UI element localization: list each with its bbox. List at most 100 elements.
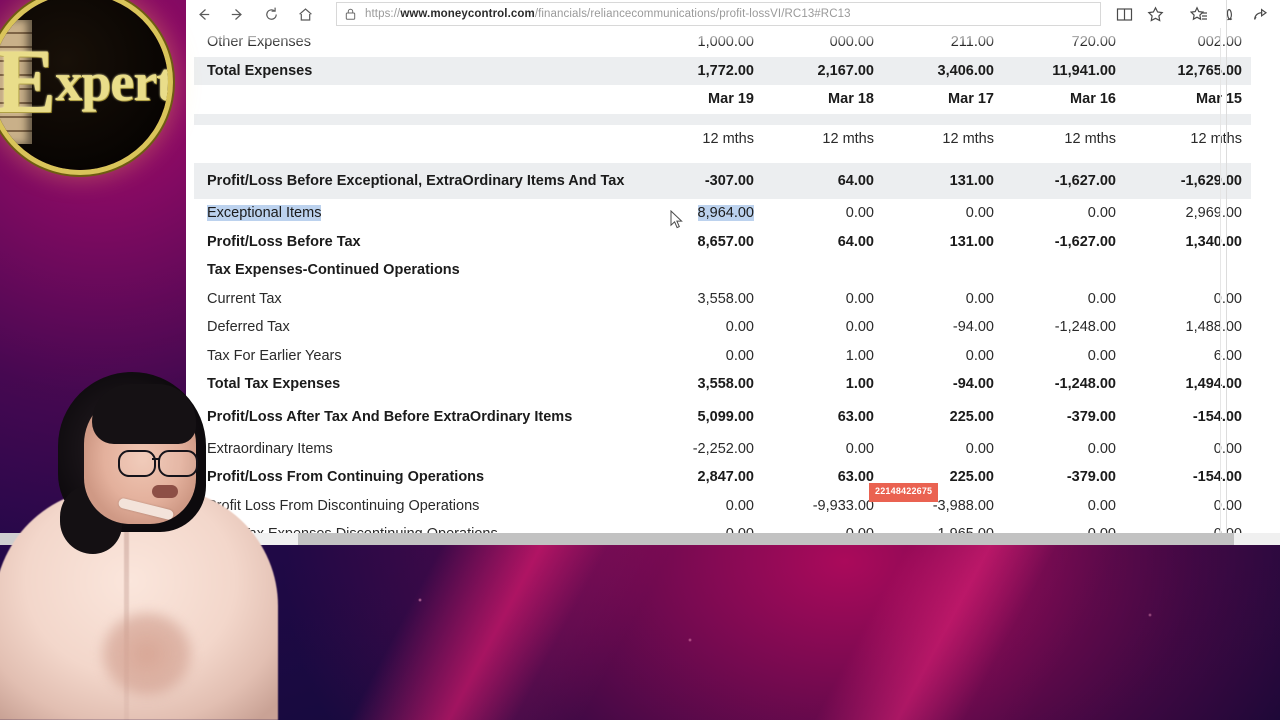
table-row: Profit/Loss Before Exceptional, ExtraOrd… xyxy=(194,163,1251,199)
row-value: 64.00 xyxy=(837,233,874,250)
row-value: 8,964.00 xyxy=(644,199,764,228)
period-header: Mar 19 xyxy=(708,91,754,108)
row-value: 002.00 xyxy=(1126,28,1251,57)
row-value: -379.00 xyxy=(1066,469,1116,486)
table-row: Profit/Loss Before Tax 8,657.00 64.00 13… xyxy=(194,228,1251,257)
row-value: 11,941.00 xyxy=(1004,56,1126,85)
row-value: -1,629.00 xyxy=(1126,163,1251,199)
period-header-row: Mar 19 Mar 18 Mar 17 Mar 16 Mar 15 xyxy=(194,85,1251,114)
web-page-content: Other Expenses 1,000.00 000.00 211.00 72… xyxy=(186,28,1280,545)
row-value: 0.00 xyxy=(845,205,874,222)
row-value: 0.00 xyxy=(1213,440,1242,457)
row-value: 5,099.00 xyxy=(697,408,754,425)
favorite-star-icon[interactable] xyxy=(1140,0,1171,28)
row-value: 2,167.00 xyxy=(764,56,884,85)
row-value: 0.00 xyxy=(1087,290,1116,307)
row-value: 1,000.00 xyxy=(697,34,754,51)
horizontal-scrollbar-thumb[interactable] xyxy=(298,533,1234,545)
status-badge: 22148422675 xyxy=(869,483,939,502)
table-row: Profit/Loss From Continuing Operations 2… xyxy=(194,463,1251,492)
table-row: Current Tax 3,558.00 0.00 0.00 0.00 0.00 xyxy=(194,285,1251,314)
logo-rest: xpert xyxy=(55,52,168,112)
table-row-selected: Exceptional Items 8,964.00 0.00 0.00 0.0… xyxy=(194,199,1251,228)
row-value xyxy=(884,256,1004,285)
home-button[interactable] xyxy=(288,0,322,28)
row-label: Profit/Loss Before Tax xyxy=(207,233,361,250)
duration-value: 12 mths xyxy=(702,130,754,147)
row-value: 12,765.00 xyxy=(1126,56,1251,85)
row-value: -2,252.00 xyxy=(692,440,754,457)
row-value: 0.00 xyxy=(965,347,994,364)
row-value: 8,657.00 xyxy=(697,233,754,250)
row-value: 000.00 xyxy=(829,34,874,51)
row-value: -1,627.00 xyxy=(1054,233,1116,250)
lock-icon xyxy=(345,8,356,20)
spacer-cell xyxy=(194,113,1251,125)
address-bar[interactable]: https://www.moneycontrol.com/financials/… xyxy=(336,2,1101,26)
table-spacer-band xyxy=(194,113,1251,125)
reading-view-icon[interactable] xyxy=(1109,0,1140,28)
row-value: -9,933.00 xyxy=(812,497,874,514)
row-value xyxy=(1126,256,1251,285)
table-row: Profit Loss From Discontinuing Operation… xyxy=(194,492,1251,521)
row-value: 0.00 xyxy=(845,440,874,457)
row-value: 131.00 xyxy=(949,233,994,250)
row-value: 3,558.00 xyxy=(697,376,754,393)
row-value: 225.00 xyxy=(949,408,994,425)
row-value: -94.00 xyxy=(952,376,994,393)
row-value: 2,969.00 xyxy=(1185,205,1242,222)
browser-toolbar: https://www.moneycontrol.com/financials/… xyxy=(186,0,1280,29)
share-icon[interactable] xyxy=(1245,0,1276,28)
logo-initial: E xyxy=(0,30,56,133)
row-value: -379.00 xyxy=(1066,408,1116,425)
table-row: Total Tax Expenses 3,558.00 1.00 -94.00 … xyxy=(194,370,1251,399)
page-right-divider xyxy=(1226,0,1227,545)
row-value: 0.00 xyxy=(1087,347,1116,364)
row-value: 0.00 xyxy=(1087,205,1116,222)
period-header: Mar 18 xyxy=(828,91,874,108)
period-header: Mar 17 xyxy=(948,91,994,108)
forward-button[interactable] xyxy=(220,0,254,28)
logo-text: Expert xyxy=(0,0,168,170)
row-value: 0.00 xyxy=(1213,290,1242,307)
presenter-video-overlay xyxy=(0,372,290,720)
mouse-cursor xyxy=(670,209,684,235)
row-value: 211.00 xyxy=(950,34,994,51)
row-value: -1,627.00 xyxy=(1004,163,1126,199)
table-row: Tax For Earlier Years 0.00 1.00 0.00 0.0… xyxy=(194,342,1251,371)
period-header-label xyxy=(194,85,644,114)
row-value: 131.00 xyxy=(884,163,1004,199)
row-value: -1,248.00 xyxy=(1054,376,1116,393)
row-value: 0.00 xyxy=(1213,497,1242,514)
row-value: 2,847.00 xyxy=(697,469,754,486)
web-note-icon[interactable] xyxy=(1214,0,1245,28)
row-label: Exceptional Items xyxy=(194,199,644,228)
refresh-button[interactable] xyxy=(254,0,288,28)
row-value xyxy=(644,256,764,285)
row-value: 0.00 xyxy=(965,290,994,307)
row-value: 1,494.00 xyxy=(1185,376,1242,393)
row-value: 0.00 xyxy=(725,347,754,364)
duration-label xyxy=(194,125,644,154)
row-value: 1.00 xyxy=(845,347,874,364)
presenter-fringe xyxy=(92,384,196,444)
back-button[interactable] xyxy=(186,0,220,28)
row-label: Tax For Earlier Years xyxy=(207,347,342,364)
profit-loss-table: Other Expenses 1,000.00 000.00 211.00 72… xyxy=(194,28,1251,545)
duration-value: 12 mths xyxy=(942,130,994,147)
profit-loss-table-container: Other Expenses 1,000.00 000.00 211.00 72… xyxy=(194,28,1251,545)
glasses-right-lens xyxy=(158,450,198,477)
presenter-mouth xyxy=(152,485,178,498)
favorites-hub-icon[interactable] xyxy=(1183,0,1214,28)
presenter-glasses xyxy=(118,450,198,477)
table-row: Total Expenses 1,772.00 2,167.00 3,406.0… xyxy=(194,56,1251,85)
url-text: https://www.moneycontrol.com/financials/… xyxy=(365,8,851,20)
table-row: Other Expenses 1,000.00 000.00 211.00 72… xyxy=(194,28,1251,57)
row-value: 0.00 xyxy=(845,319,874,336)
table-section-row: Tax Expenses-Continued Operations xyxy=(194,256,1251,285)
row-value: 0.00 xyxy=(725,497,754,514)
period-header: Mar 16 xyxy=(1070,91,1116,108)
toolbar-actions xyxy=(1109,0,1280,28)
row-label: Other Expenses xyxy=(207,34,311,51)
duration-row: 12 mths 12 mths 12 mths 12 mths 12 mths xyxy=(194,125,1251,154)
